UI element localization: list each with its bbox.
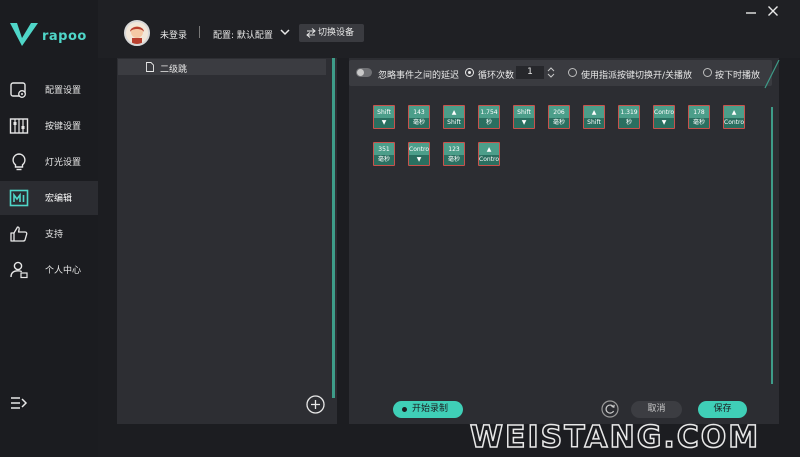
macro-list-scrollbar[interactable] (332, 58, 335, 398)
toggle-mode-label: 使用指派按键切换开/关播放 (581, 68, 692, 81)
sidebar-item-macro-edit[interactable]: 宏编辑 (0, 181, 98, 215)
sidebar-item-key-settings[interactable]: 按键设置 (0, 109, 98, 143)
minimize-icon[interactable] (745, 5, 757, 15)
toggle-knob (357, 69, 364, 76)
watermark: WEISTANG.COM (440, 420, 790, 455)
avatar-face-icon (126, 22, 148, 44)
hold-mode-radio[interactable] (703, 68, 712, 77)
sidebar-item-user-center[interactable]: 个人中心 (0, 253, 98, 287)
reset-icon[interactable] (601, 400, 619, 418)
options-bar-corner-decor (760, 60, 780, 90)
chevron-down-icon[interactable] (280, 28, 290, 36)
watermark-text: WEISTANG.COM (470, 420, 760, 455)
cancel-button[interactable]: 取消 (631, 401, 682, 418)
sidebar-item-label: 按键设置 (45, 119, 81, 132)
loop-count-stepper[interactable] (547, 66, 555, 79)
macro-event-bottom: 秒 (479, 118, 499, 128)
macro-event-bottom: ▼ (409, 155, 429, 165)
light-bulb-icon (9, 152, 29, 172)
login-status[interactable]: 未登录 (160, 28, 187, 41)
hold-mode-label: 按下时播放 (715, 68, 760, 81)
macro-event[interactable]: Control▼ (408, 142, 430, 166)
sidebar: rapoo 配置设置 按键设置 (0, 0, 98, 457)
macro-event[interactable]: ▲Shift (583, 105, 605, 129)
file-icon (146, 62, 154, 72)
macro-event[interactable]: 1.319秒 (618, 105, 640, 129)
macro-list-panel (117, 58, 337, 424)
profile-settings-icon (9, 80, 29, 100)
top-header (98, 0, 800, 58)
ignore-delay-label: 忽略事件之间的延迟 (378, 68, 459, 81)
macro-event[interactable]: 351毫秒 (373, 142, 395, 166)
macro-event-bottom: 毫秒 (549, 118, 569, 128)
user-center-icon (9, 260, 29, 280)
macro-event[interactable]: ▲Shift (443, 105, 465, 129)
switch-device-button[interactable]: 切换设备 (299, 24, 364, 42)
macro-event-bottom: ▼ (514, 118, 534, 128)
macro-event[interactable]: Shift▼ (513, 105, 535, 129)
macro-event[interactable]: 1.754秒 (478, 105, 500, 129)
add-macro-icon[interactable] (306, 395, 325, 414)
sidebar-item-label: 灯光设置 (45, 155, 81, 168)
avatar[interactable] (124, 20, 150, 46)
start-record-label: 开始录制 (412, 401, 448, 418)
close-icon[interactable] (767, 5, 779, 17)
macro-event-bottom: Shift (584, 118, 604, 128)
switch-device-label: 切换设备 (318, 24, 354, 42)
macro-list-item-label: 二级跳 (160, 62, 187, 75)
key-settings-icon (9, 116, 29, 136)
macro-event-bottom: 秒 (619, 118, 639, 128)
save-button[interactable]: 保存 (698, 401, 747, 418)
macro-event[interactable]: Shift▼ (373, 105, 395, 129)
header-divider (199, 26, 200, 38)
sidebar-item-light-settings[interactable]: 灯光设置 (0, 145, 98, 179)
macro-event[interactable]: Control▼ (653, 105, 675, 129)
toggle-mode-radio[interactable] (568, 68, 577, 77)
sidebar-item-label: 支持 (45, 227, 63, 240)
macro-event-bottom: 毫秒 (444, 155, 464, 165)
sidebar-item-label: 个人中心 (45, 263, 81, 276)
macro-list-item[interactable]: 二级跳 (118, 59, 326, 75)
config-selector-label[interactable]: 配置: 默认配置 (213, 28, 273, 41)
macro-event-bottom: Shift (444, 118, 464, 128)
start-record-button[interactable]: 开始录制 (393, 401, 463, 418)
thumbs-up-icon (9, 224, 29, 244)
loop-count-radio[interactable] (465, 68, 474, 77)
macro-event-bottom: Control (724, 118, 744, 128)
macro-event[interactable]: 143毫秒 (408, 105, 430, 129)
macro-event-bottom: 毫秒 (689, 118, 709, 128)
macro-event-bottom: ▼ (374, 118, 394, 128)
record-dot-icon (402, 407, 407, 412)
loop-count-input[interactable]: 1 (516, 66, 544, 79)
macro-edit-icon (9, 188, 29, 208)
sidebar-item-label: 宏编辑 (45, 191, 72, 204)
brand-name: rapoo (42, 29, 87, 44)
macro-event[interactable]: 206毫秒 (548, 105, 570, 129)
sidebar-item-support[interactable]: 支持 (0, 217, 98, 251)
macro-event-bottom: ▼ (654, 118, 674, 128)
sidebar-item-label: 配置设置 (45, 83, 81, 96)
macro-event[interactable]: 123毫秒 (443, 142, 465, 166)
swap-arrows-icon (306, 28, 316, 38)
events-scrollbar[interactable] (771, 107, 773, 384)
app-window: rapoo 配置设置 按键设置 (0, 0, 800, 457)
macro-event[interactable]: ▲Control (723, 105, 745, 129)
collapse-menu-icon[interactable] (10, 395, 28, 411)
loop-count-label: 循环次数 (478, 68, 514, 81)
macro-event[interactable]: 178毫秒 (688, 105, 710, 129)
macro-event-bottom: 毫秒 (374, 155, 394, 165)
sidebar-item-profile-settings[interactable]: 配置设置 (0, 73, 98, 107)
macro-event-bottom: 毫秒 (409, 118, 429, 128)
macro-event-bottom: Control (479, 155, 499, 165)
macro-event[interactable]: ▲Control (478, 142, 500, 166)
